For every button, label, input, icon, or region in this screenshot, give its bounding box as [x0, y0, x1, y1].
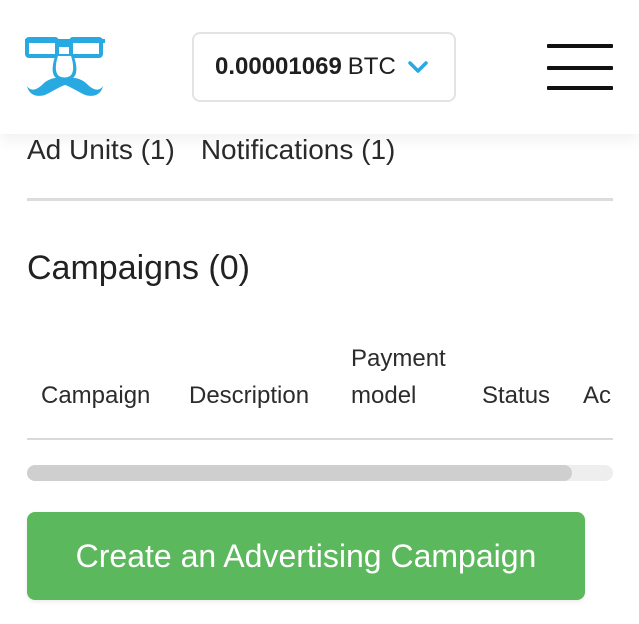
app-header: 0.00001069 BTC: [0, 0, 639, 134]
menu-bar-bottom: [547, 86, 613, 90]
tab-ad-units[interactable]: Ad Units (1): [27, 134, 175, 166]
tabs-divider: [27, 198, 613, 201]
create-campaign-button[interactable]: Create an Advertising Campaign: [27, 512, 585, 600]
balance-currency: BTC: [347, 53, 396, 80]
column-header-payment-model[interactable]: Payment model: [351, 340, 471, 414]
account-tabs: Ad Units (1) Notifications (1): [27, 134, 395, 166]
hamburger-menu-icon[interactable]: [547, 44, 613, 92]
glasses-mustache-logo-icon[interactable]: [25, 36, 105, 98]
table-horizontal-scrollbar[interactable]: [27, 465, 613, 481]
column-header-actions[interactable]: Ac: [583, 377, 611, 414]
menu-bar-top: [547, 44, 613, 48]
scrollbar-thumb[interactable]: [27, 465, 572, 481]
balance-dropdown[interactable]: 0.00001069 BTC: [192, 32, 456, 102]
chevron-down-icon: [408, 61, 428, 73]
tab-notifications[interactable]: Notifications (1): [201, 134, 396, 166]
page: 0.00001069 BTC Ad Units (1) Notification…: [0, 0, 639, 624]
column-header-description[interactable]: Description: [189, 377, 309, 414]
campaigns-title: Campaigns (0): [27, 249, 250, 287]
balance-amount: 0.00001069: [215, 53, 342, 80]
campaigns-table-header: Campaign Description Payment model Statu…: [27, 330, 613, 440]
column-header-campaign[interactable]: Campaign: [41, 377, 150, 414]
table-divider: [27, 438, 613, 440]
column-header-status[interactable]: Status: [482, 377, 550, 414]
menu-bar-middle: [547, 66, 613, 70]
